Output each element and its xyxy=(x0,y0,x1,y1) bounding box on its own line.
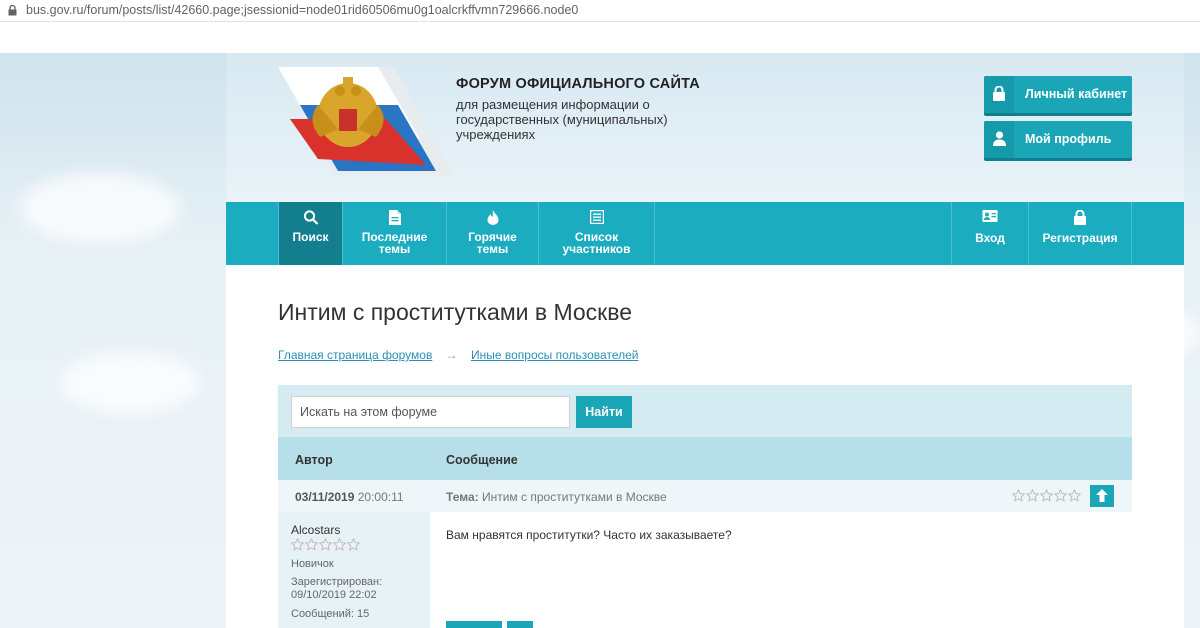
nav-members-list[interactable]: Список участников xyxy=(539,202,655,265)
user-icon xyxy=(984,121,1014,158)
url-text[interactable]: bus.gov.ru/forum/posts/list/42660.page;j… xyxy=(26,3,578,17)
site-subtitle: для размещения информации о государствен… xyxy=(456,97,668,142)
nav-latest-topics[interactable]: Последние темы xyxy=(343,202,447,265)
star-icon xyxy=(1012,489,1025,502)
search-icon xyxy=(303,210,318,225)
author-message-count: Сообщений: 15 xyxy=(291,608,370,620)
breadcrumb-forums-home[interactable]: Главная страница форумов xyxy=(278,348,432,362)
star-icon xyxy=(1054,489,1067,502)
address-bar[interactable]: bus.gov.ru/forum/posts/list/42660.page;j… xyxy=(0,0,1200,22)
nav-register-label: Регистрация xyxy=(1042,231,1118,245)
star-icon xyxy=(319,538,332,551)
nav-login[interactable]: Вход xyxy=(951,202,1029,265)
scroll-top-button[interactable] xyxy=(1090,485,1114,507)
column-message: Сообщение xyxy=(446,453,518,467)
topic-label: Тема: xyxy=(446,490,479,504)
nav-search-label: Поиск xyxy=(292,230,329,244)
author-rank: Новичок xyxy=(291,558,334,570)
author-rating xyxy=(291,538,360,551)
breadcrumb-other-questions[interactable]: Иные вопросы пользователей xyxy=(471,348,638,362)
author-registered: Зарегистрирован: 09/10/2019 22:02 xyxy=(291,576,383,601)
table-header: Автор Сообщение xyxy=(278,437,1132,480)
nav-hot-label: Горячие темы xyxy=(468,230,517,256)
forum-search-bar: Найти xyxy=(278,385,1132,437)
nav-login-label: Вход xyxy=(975,231,1005,245)
star-icon xyxy=(347,538,360,551)
my-profile-button[interactable]: Мой профиль xyxy=(984,121,1132,158)
nav-register[interactable]: Регистрация xyxy=(1029,202,1132,265)
list-icon xyxy=(589,210,604,224)
nav-members-label: Список участников xyxy=(562,230,631,256)
star-icon xyxy=(305,538,318,551)
star-icon xyxy=(291,538,304,551)
post-time: 20:00:11 xyxy=(357,490,404,504)
post-date: 03/11/2019 xyxy=(295,490,355,504)
nav-latest-label: Последние темы xyxy=(361,230,428,256)
quote-button[interactable] xyxy=(507,621,533,628)
nav-hot-topics[interactable]: Горячие темы xyxy=(447,202,539,265)
id-card-icon xyxy=(982,210,998,222)
page-title: Интим с проститутками в Москве xyxy=(278,299,632,325)
personal-account-label: Личный кабинет xyxy=(1025,87,1128,101)
star-icon xyxy=(1040,489,1053,502)
star-icon xyxy=(1026,489,1039,502)
column-author: Автор xyxy=(295,453,333,467)
reply-button[interactable] xyxy=(446,621,502,628)
personal-account-button[interactable]: Личный кабинет xyxy=(984,76,1132,113)
arrow-up-icon xyxy=(1096,489,1108,502)
search-submit-button[interactable]: Найти xyxy=(576,396,632,428)
author-name[interactable]: Alcostars xyxy=(291,523,340,537)
post-rating[interactable] xyxy=(1012,489,1081,502)
post-meta-row: 03/11/2019 20:00:11 Тема: Интим с прости… xyxy=(278,480,1132,512)
forum-search-input[interactable] xyxy=(291,396,570,428)
star-icon xyxy=(333,538,346,551)
my-profile-label: Мой профиль xyxy=(1025,132,1112,146)
star-icon xyxy=(1068,489,1081,502)
breadcrumb: Главная страница форумов → Иные вопросы … xyxy=(278,348,638,362)
post-datetime: 03/11/2019 20:00:11 xyxy=(295,490,404,504)
main-content: Интим с проститутками в Москве Главная с… xyxy=(226,265,1184,628)
arrow-right-icon: → xyxy=(445,348,458,362)
author-panel: Alcostars Новичок Зарегистрирован: 09/10/… xyxy=(278,512,430,628)
document-icon xyxy=(388,210,401,225)
site-header: ФОРУМ ОФИЦИАЛЬНОГО САЙТА для размещения … xyxy=(226,53,1184,202)
post-message: Вам нравятся проститутки? Часто их заказ… xyxy=(446,528,732,542)
nav-search[interactable]: Поиск xyxy=(278,202,343,265)
lock-icon xyxy=(8,5,17,16)
russia-flag-emblem-icon xyxy=(278,67,454,175)
fire-icon xyxy=(487,210,498,225)
lock-icon xyxy=(1074,210,1086,225)
site-title: ФОРУМ ОФИЦИАЛЬНОГО САЙТА xyxy=(456,76,700,92)
topic-text: Интим с проститутками в Москве xyxy=(481,490,667,504)
post-topic: Тема: Интим с проститутками в Москве xyxy=(446,490,667,504)
lock-icon xyxy=(984,76,1014,113)
main-nav: Поиск Последние темы Горячие темы Список уч… xyxy=(226,202,1184,265)
